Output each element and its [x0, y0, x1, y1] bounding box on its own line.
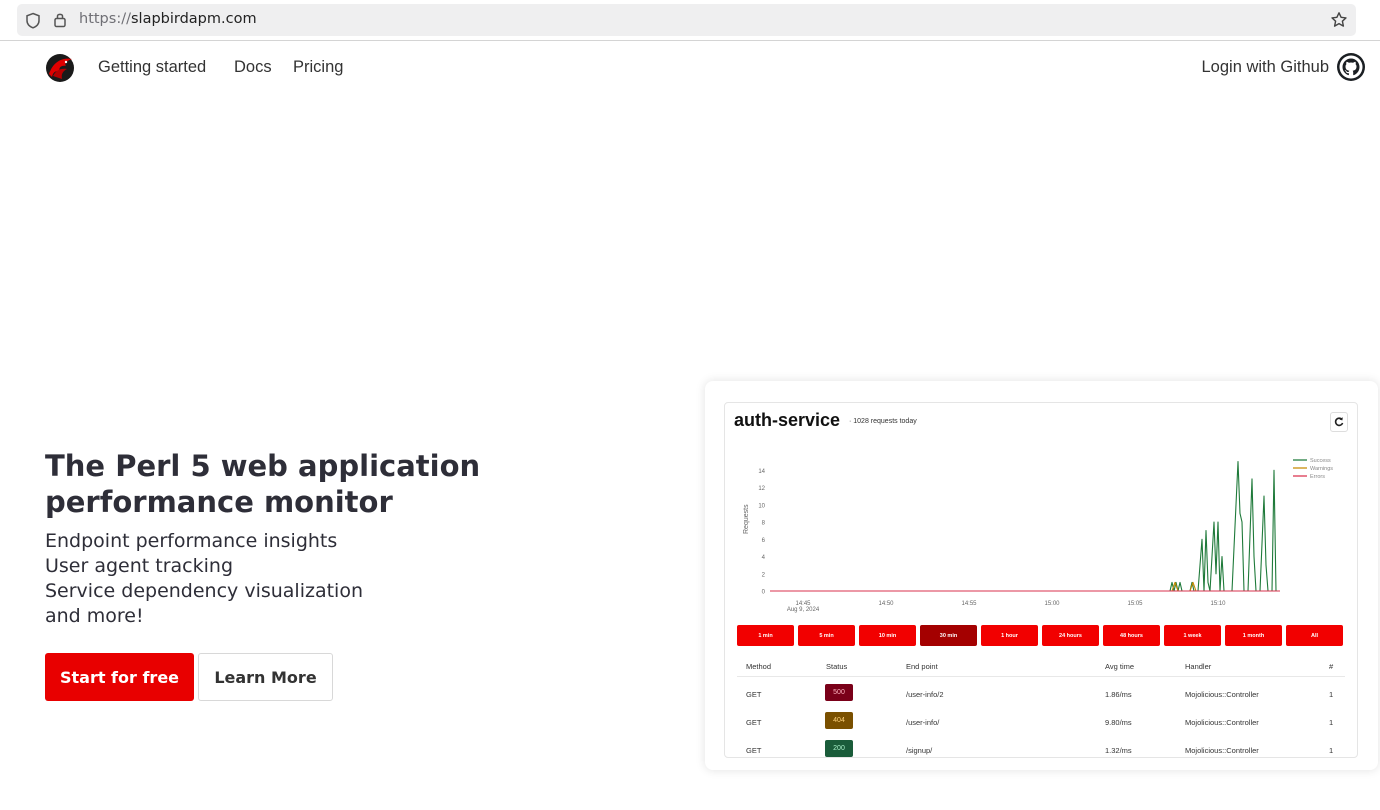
- cell-endpoint: /user-info/2: [906, 690, 944, 699]
- y-tick-label: 4: [762, 555, 766, 561]
- cell-method: GET: [746, 718, 762, 727]
- url-host: slapbirdapm.com: [130, 11, 257, 27]
- nav-getting-started[interactable]: Getting started: [98, 58, 206, 77]
- y-axis-label: Requests: [743, 504, 750, 534]
- cell-avg-time: 1.32/ms: [1105, 746, 1132, 755]
- cell-avg-time: 9.80/ms: [1105, 718, 1132, 727]
- table-body: GET 500/user-info/2 1.86/ms Mojolicious::Co…: [737, 677, 1345, 757]
- y-tick-label: 2: [762, 572, 766, 578]
- time-range-selector: 1 min 5 min 10 min 30 min 1 hour 24 hours 48 h…: [737, 625, 1345, 646]
- range-button-1-hour[interactable]: 1 hour: [981, 625, 1038, 646]
- cell-count: 1: [1329, 690, 1334, 699]
- y-tick-label: 6: [762, 538, 766, 544]
- range-button-10-min[interactable]: 10 min: [859, 625, 916, 646]
- range-button-1-month[interactable]: 1 month: [1225, 625, 1282, 646]
- cell-count: 1: [1329, 746, 1334, 755]
- x-tick-label: 15:05: [1127, 601, 1143, 607]
- table-row[interactable]: GET 500/user-info/2 1.86/ms Mojolicious::Co…: [737, 677, 1345, 705]
- header-count: #: [1329, 662, 1334, 671]
- refresh-button[interactable]: [1330, 412, 1348, 432]
- x-tick-label: 14:55: [961, 601, 977, 607]
- cell-avg-time: 1.86/ms: [1105, 690, 1132, 699]
- cell-count: 1: [1329, 718, 1334, 727]
- header-status: Status: [826, 662, 848, 671]
- cell-handler: Mojolicious::Controller: [1185, 718, 1259, 727]
- range-button-30-min[interactable]: 30 min: [920, 625, 977, 646]
- star-icon[interactable]: [1330, 11, 1348, 29]
- learn-more-button[interactable]: Learn More: [198, 653, 333, 701]
- legend-label: Warnings: [1310, 466, 1333, 472]
- service-name: auth-service: [734, 410, 841, 430]
- status-badge: 200: [825, 740, 853, 757]
- lock-icon[interactable]: [53, 11, 67, 28]
- feature-list: Endpoint performance insights User agent…: [45, 529, 363, 629]
- y-tick-label: 8: [762, 521, 766, 527]
- nav-pricing[interactable]: Pricing: [293, 58, 343, 77]
- range-button-48-hours[interactable]: 48 hours: [1103, 625, 1160, 646]
- cell-endpoint: /signup/: [906, 746, 933, 755]
- range-button-24-hours[interactable]: 24 hours: [1042, 625, 1099, 646]
- hero-title: The Perl 5 web application performance m…: [45, 449, 481, 519]
- y-tick-label: 12: [758, 486, 765, 492]
- login-github-link[interactable]: Login with Github: [1202, 58, 1330, 77]
- x-tick-label: 15:00: [1044, 601, 1060, 607]
- cell-handler: Mojolicious::Controller: [1185, 690, 1259, 699]
- cell-method: GET: [746, 746, 762, 755]
- slapbird-logo-icon[interactable]: [44, 52, 76, 84]
- y-tick-label: 10: [758, 503, 765, 509]
- cell-method: GET: [746, 690, 762, 699]
- start-for-free-button[interactable]: Start for free: [45, 653, 194, 701]
- endpoint-table: Method Status End point Avg time Handler…: [737, 655, 1345, 757]
- feature-item: Endpoint performance insights: [45, 530, 338, 552]
- x-tick-label: 15:10: [1210, 601, 1226, 607]
- dashboard-preview-card: auth-service · 1028 requests today Reque…: [705, 381, 1378, 770]
- cell-handler: Mojolicious::Controller: [1185, 746, 1259, 755]
- range-button-All[interactable]: All: [1286, 625, 1343, 646]
- refresh-icon: [1334, 417, 1344, 427]
- x-date-label: Aug 9, 2024: [787, 607, 820, 613]
- url-scheme: https://: [79, 11, 131, 27]
- status-badge: 500: [825, 684, 853, 701]
- shield-icon[interactable]: [25, 12, 41, 29]
- table-row[interactable]: GET 404/user-info/9.80/ms Mojolicious::Con…: [737, 705, 1345, 733]
- request-count: · 1028 requests today: [849, 418, 917, 425]
- x-tick-label: 14:50: [878, 601, 894, 607]
- site-navbar: Getting started Docs Pricing Login with …: [0, 42, 1380, 94]
- address-bar[interactable]: https://slapbirdapm.com: [17, 4, 1356, 36]
- requests-chart: Requests0246810121414:45 14:50 14:55 15:00 1…: [743, 458, 1333, 613]
- range-button-5-min[interactable]: 5 min: [798, 625, 855, 646]
- cell-endpoint: /user-info/: [906, 718, 940, 727]
- dashboard-preview-panel: auth-service · 1028 requests today Reque…: [724, 402, 1358, 758]
- url-text[interactable]: https://slapbirdapm.com: [79, 11, 257, 27]
- legend-label: Success: [1310, 458, 1331, 464]
- browser-toolbar: https://slapbirdapm.com: [0, 0, 1380, 41]
- header-avg-time: Avg time: [1105, 662, 1135, 671]
- legend-label: Errors: [1310, 474, 1325, 480]
- y-tick-label: 0: [762, 590, 766, 596]
- feature-item: and more!: [45, 605, 144, 627]
- range-button-1-week[interactable]: 1 week: [1164, 625, 1221, 646]
- github-icon[interactable]: [1336, 52, 1366, 82]
- status-badge: 404: [825, 712, 853, 729]
- y-tick-label: 14: [758, 469, 765, 475]
- series-line-success: [770, 461, 1280, 592]
- nav-docs[interactable]: Docs: [234, 58, 272, 77]
- feature-item: Service dependency visualization: [45, 580, 363, 602]
- header-method: Method: [746, 662, 772, 671]
- header-handler: Handler: [1185, 662, 1212, 671]
- header-endpoint: End point: [906, 662, 938, 671]
- range-button-1-min[interactable]: 1 min: [737, 625, 794, 646]
- feature-item: User agent tracking: [45, 555, 234, 577]
- table-row[interactable]: GET 200/signup/1.32/ms Mojolicious::Contro…: [737, 733, 1345, 757]
- table-header: Method Status End point Avg time Handler…: [737, 655, 1345, 677]
